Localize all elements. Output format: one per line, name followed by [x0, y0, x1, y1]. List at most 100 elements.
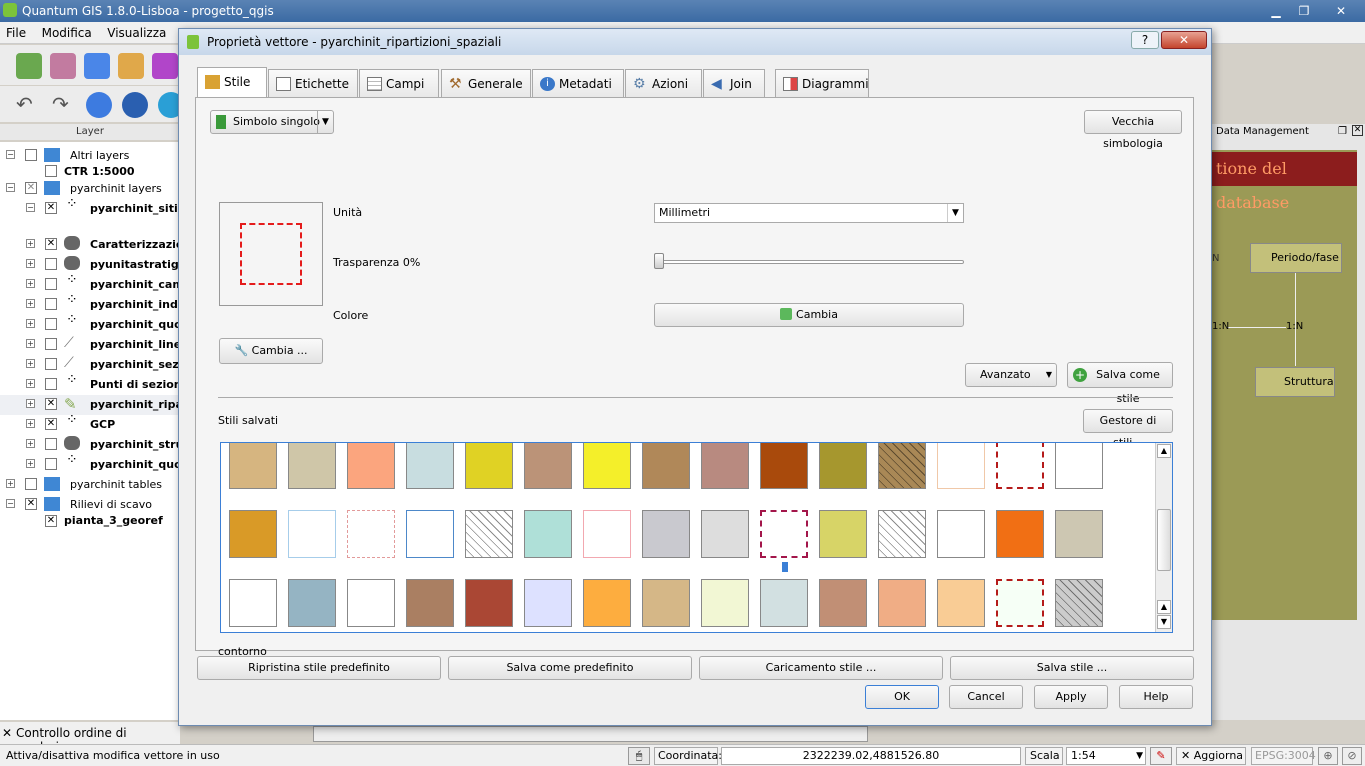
layer-checkbox[interactable] — [45, 318, 57, 330]
close-icon[interactable]: ✕ — [1161, 31, 1207, 49]
style-swatch[interactable] — [878, 443, 926, 489]
style-swatch[interactable] — [878, 579, 926, 627]
style-swatch[interactable] — [760, 579, 808, 627]
menu-modifica[interactable]: Modifica — [36, 22, 98, 44]
transparency-slider-handle[interactable] — [654, 253, 664, 269]
save-as-default-button[interactable]: Salva come predefinito — [448, 656, 692, 680]
style-swatch[interactable] — [406, 579, 454, 627]
layer-item-pyarchinit-tables[interactable]: pyarchinit tables — [70, 475, 162, 495]
scroll-up-icon[interactable]: ▲ — [1157, 444, 1171, 458]
scroll-up-icon[interactable]: ▲ — [1157, 600, 1171, 614]
apply-button[interactable]: Apply — [1034, 685, 1108, 709]
style-swatch[interactable] — [583, 443, 631, 489]
redo-icon[interactable]: ↷ — [52, 92, 69, 116]
scroll-down-icon[interactable]: ▼ — [1157, 615, 1171, 629]
expand-toggle[interactable]: + — [26, 359, 35, 368]
expand-toggle[interactable]: + — [26, 279, 35, 288]
style-swatch[interactable] — [229, 443, 277, 489]
tab-diagrammi[interactable]: Diagrammi — [775, 69, 869, 97]
layer-checkbox[interactable] — [45, 458, 57, 470]
restore-default-style-button[interactable]: Ripristina stile predefinito — [197, 656, 441, 680]
layer-checkbox[interactable] — [45, 258, 57, 270]
expand-toggle[interactable]: + — [26, 419, 35, 428]
cancel-button[interactable]: Cancel — [949, 685, 1023, 709]
expand-toggle[interactable]: + — [26, 319, 35, 328]
style-swatch[interactable] — [1055, 510, 1103, 558]
dock-float-icon[interactable]: ❐ — [1338, 126, 1347, 137]
dock-close-icon[interactable]: ✕ — [1352, 125, 1363, 136]
add-wms-icon[interactable] — [152, 53, 178, 79]
style-swatch[interactable] — [760, 510, 808, 572]
style-swatch[interactable] — [524, 579, 572, 627]
layer-checkbox[interactable] — [25, 478, 37, 490]
minimize-icon[interactable]: ▁ — [1262, 0, 1290, 20]
add-raster-icon[interactable] — [50, 53, 76, 79]
style-swatch[interactable] — [760, 443, 808, 489]
expand-toggle[interactable]: + — [26, 339, 35, 348]
style-swatch[interactable] — [1055, 579, 1103, 627]
save-style-button[interactable]: Salva stile ... — [950, 656, 1194, 680]
add-postgis-icon[interactable] — [84, 53, 110, 79]
renderer-select[interactable]: Simbolo singolo ▼ — [210, 110, 334, 134]
ok-button[interactable]: OK — [865, 685, 939, 709]
tab-etichette[interactable]: Etichette — [268, 69, 358, 97]
style-swatch[interactable] — [288, 510, 336, 558]
style-swatch[interactable] — [524, 443, 572, 489]
layer-checkbox[interactable] — [45, 298, 57, 310]
style-swatch[interactable] — [465, 443, 513, 489]
advanced-button[interactable]: Avanzato ▼ — [965, 363, 1057, 387]
layer-checkbox[interactable]: ✕ — [45, 202, 57, 214]
layer-checkbox[interactable] — [45, 438, 57, 450]
layer-item[interactable]: pianta_3_georef — [64, 511, 163, 531]
style-swatch[interactable] — [996, 443, 1044, 489]
render-order-checkbox[interactable]: ✕ — [2, 726, 12, 740]
layer-checkbox[interactable]: ✕ — [45, 398, 57, 410]
style-swatch[interactable] — [406, 443, 454, 489]
update-toggle[interactable]: ✕ Aggiorna — [1176, 747, 1246, 765]
load-style-button[interactable]: Caricamento stile ... — [699, 656, 943, 680]
expand-toggle[interactable]: + — [26, 259, 35, 268]
style-swatch[interactable] — [701, 510, 749, 558]
layer-checkbox[interactable]: ✕ — [25, 182, 37, 194]
old-symbology-button[interactable]: Vecchia simbologia — [1084, 110, 1182, 150]
style-swatch[interactable] — [583, 510, 631, 558]
style-swatch[interactable] — [1055, 443, 1103, 489]
style-swatch[interactable] — [996, 510, 1044, 558]
expand-toggle[interactable]: − — [6, 499, 15, 508]
expand-toggle[interactable]: − — [6, 183, 15, 192]
style-swatch[interactable] — [642, 510, 690, 558]
add-vector-icon[interactable] — [16, 53, 42, 79]
maximize-icon[interactable]: ❐ — [1290, 0, 1318, 20]
stop-render-icon[interactable]: ✎ — [1150, 747, 1172, 765]
style-swatch[interactable] — [347, 510, 395, 558]
save-as-style-button[interactable]: + Salva come stile — [1067, 362, 1173, 405]
style-manager-button[interactable]: Gestore di stili... — [1083, 409, 1173, 449]
layer-checkbox[interactable] — [45, 338, 57, 350]
layer-item[interactable]: pyarchinit_siti — [90, 199, 178, 219]
close-icon[interactable]: ✕ — [1324, 0, 1358, 20]
menu-visualizza[interactable]: Visualizza — [101, 22, 172, 44]
expand-toggle[interactable]: + — [6, 479, 15, 488]
layer-checkbox[interactable] — [25, 149, 37, 161]
style-swatch[interactable] — [937, 579, 985, 627]
mouse-coords-icon[interactable]: 🖱 — [628, 747, 650, 765]
change-color-button[interactable]: Cambia — [654, 303, 964, 327]
layer-checkbox[interactable]: ✕ — [25, 498, 37, 510]
style-swatch[interactable] — [288, 443, 336, 489]
tab-campi[interactable]: Campi — [359, 69, 439, 97]
style-swatch[interactable] — [819, 579, 867, 627]
expand-toggle[interactable]: − — [6, 150, 15, 159]
messages-icon[interactable]: ⊘ — [1342, 747, 1362, 765]
style-swatch[interactable] — [229, 579, 277, 627]
expand-toggle[interactable]: + — [26, 439, 35, 448]
style-swatch[interactable] — [524, 510, 572, 558]
saved-styles-list[interactable]: ▲ ▲ ▼ — [220, 442, 1173, 633]
add-feature-icon[interactable] — [86, 92, 112, 118]
unit-select[interactable]: Millimetri ▼ — [654, 203, 964, 223]
style-swatch[interactable] — [465, 579, 513, 627]
layer-checkbox[interactable]: ✕ — [45, 418, 57, 430]
style-swatch[interactable] — [642, 443, 690, 489]
transparency-slider-track[interactable] — [658, 260, 964, 264]
help-icon[interactable]: ? — [1131, 31, 1159, 49]
node-periodo[interactable]: Periodo/fase — [1250, 243, 1342, 273]
